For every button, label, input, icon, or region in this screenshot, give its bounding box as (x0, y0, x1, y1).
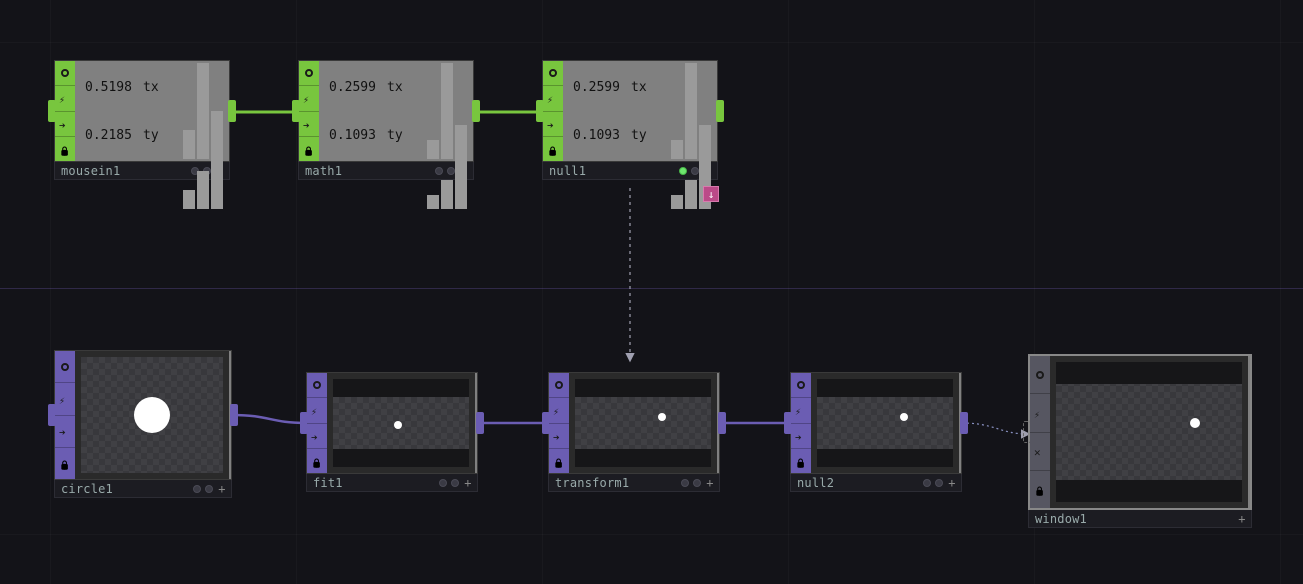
bypass-icon[interactable] (299, 112, 319, 137)
node-null1[interactable]: 0.2599 tx 0.1093 ty null1 + (542, 60, 718, 180)
plus-icon[interactable]: + (217, 484, 227, 494)
node-name: null1 (549, 164, 586, 178)
output-connector[interactable] (718, 412, 726, 434)
viewer-icon[interactable] (543, 61, 563, 86)
node-icon-rail (549, 373, 569, 473)
output-connector[interactable] (472, 100, 480, 122)
activate-icon[interactable] (307, 398, 327, 423)
activate-icon[interactable] (55, 86, 75, 111)
channel-ty: 0.2185 ty (77, 111, 223, 159)
bypass-icon[interactable] (307, 424, 327, 449)
node-icon-rail (55, 61, 75, 161)
node-flags[interactable]: + (193, 484, 227, 494)
lock-icon[interactable] (55, 137, 75, 161)
node-fit1[interactable]: fit1 + (306, 372, 478, 492)
channel-tx: 0.5198 tx (77, 63, 223, 111)
bypass-icon[interactable] (55, 416, 75, 448)
activate-icon[interactable] (55, 383, 75, 415)
node-name: mousein1 (61, 164, 120, 178)
preview-circle (134, 397, 170, 433)
node-name: transform1 (555, 476, 629, 490)
plus-icon[interactable]: + (947, 478, 957, 488)
node-name: circle1 (61, 482, 113, 496)
lock-icon[interactable] (299, 137, 319, 161)
plus-icon[interactable]: + (463, 478, 473, 488)
node-name: fit1 (313, 476, 343, 490)
output-connector[interactable] (230, 404, 238, 426)
preview-circle (658, 413, 666, 421)
plus-icon[interactable]: + (705, 478, 715, 488)
node-icon-rail (307, 373, 327, 473)
node-icon-rail (543, 61, 563, 161)
bypass-icon[interactable] (549, 424, 569, 449)
node-math1[interactable]: 0.2599 tx 0.1093 ty math1 + (298, 60, 474, 180)
activate-icon[interactable] (549, 398, 569, 423)
node-flags[interactable]: + (923, 478, 957, 488)
plus-icon[interactable]: + (1237, 514, 1247, 524)
node-icon-rail (791, 373, 811, 473)
node-transform1[interactable]: transform1 + (548, 372, 720, 492)
activate-icon[interactable] (299, 86, 319, 111)
output-connector[interactable] (716, 100, 724, 122)
node-name: null2 (797, 476, 834, 490)
activate-icon[interactable] (543, 86, 563, 111)
bypass-icon[interactable] (55, 112, 75, 137)
preview-circle (1190, 418, 1200, 428)
lock-icon[interactable] (549, 449, 569, 473)
channel-ty: 0.1093 ty (565, 111, 711, 159)
activate-icon[interactable] (1030, 394, 1050, 432)
viewer-icon[interactable] (55, 351, 75, 383)
node-circle1[interactable]: circle1 + (54, 350, 232, 498)
viewer-icon[interactable] (299, 61, 319, 86)
output-connector[interactable] (476, 412, 484, 434)
lock-icon[interactable] (791, 449, 811, 473)
bypass-icon[interactable] (543, 112, 563, 137)
bypass-icon[interactable] (791, 424, 811, 449)
viewer-icon[interactable] (55, 61, 75, 86)
node-null2[interactable]: null2 + (790, 372, 962, 492)
output-connector[interactable] (228, 100, 236, 122)
viewer-icon[interactable] (549, 373, 569, 398)
viewer-icon[interactable] (791, 373, 811, 398)
node-icon-rail (1030, 356, 1050, 508)
channel-tx: 0.2599 tx (565, 63, 711, 111)
output-connector[interactable] (960, 412, 968, 434)
grid-separator (0, 288, 1303, 289)
node-icon-rail (55, 351, 75, 479)
node-name: math1 (305, 164, 342, 178)
node-flags[interactable]: + (439, 478, 473, 488)
activate-icon[interactable] (791, 398, 811, 423)
lock-icon[interactable] (307, 449, 327, 473)
preview-circle (900, 413, 908, 421)
lock-icon[interactable] (543, 137, 563, 161)
lock-icon[interactable] (1030, 471, 1050, 508)
close-icon[interactable] (1030, 433, 1050, 471)
channel-tx: 0.2599 tx (321, 63, 467, 111)
node-flags[interactable]: + (1237, 514, 1247, 524)
node-window1[interactable]: window1 + (1028, 354, 1252, 528)
export-flag-icon[interactable]: ↓ (703, 186, 719, 202)
node-mousein1[interactable]: 0.5198 tx 0.2185 ty mousein1 + (54, 60, 230, 180)
node-icon-rail (299, 61, 319, 161)
preview-circle (394, 421, 402, 429)
viewer-icon[interactable] (307, 373, 327, 398)
channel-ty: 0.1093 ty (321, 111, 467, 159)
node-flags[interactable]: + (681, 478, 715, 488)
node-name: window1 (1035, 512, 1087, 526)
viewer-icon[interactable] (1030, 356, 1050, 394)
lock-icon[interactable] (55, 448, 75, 479)
